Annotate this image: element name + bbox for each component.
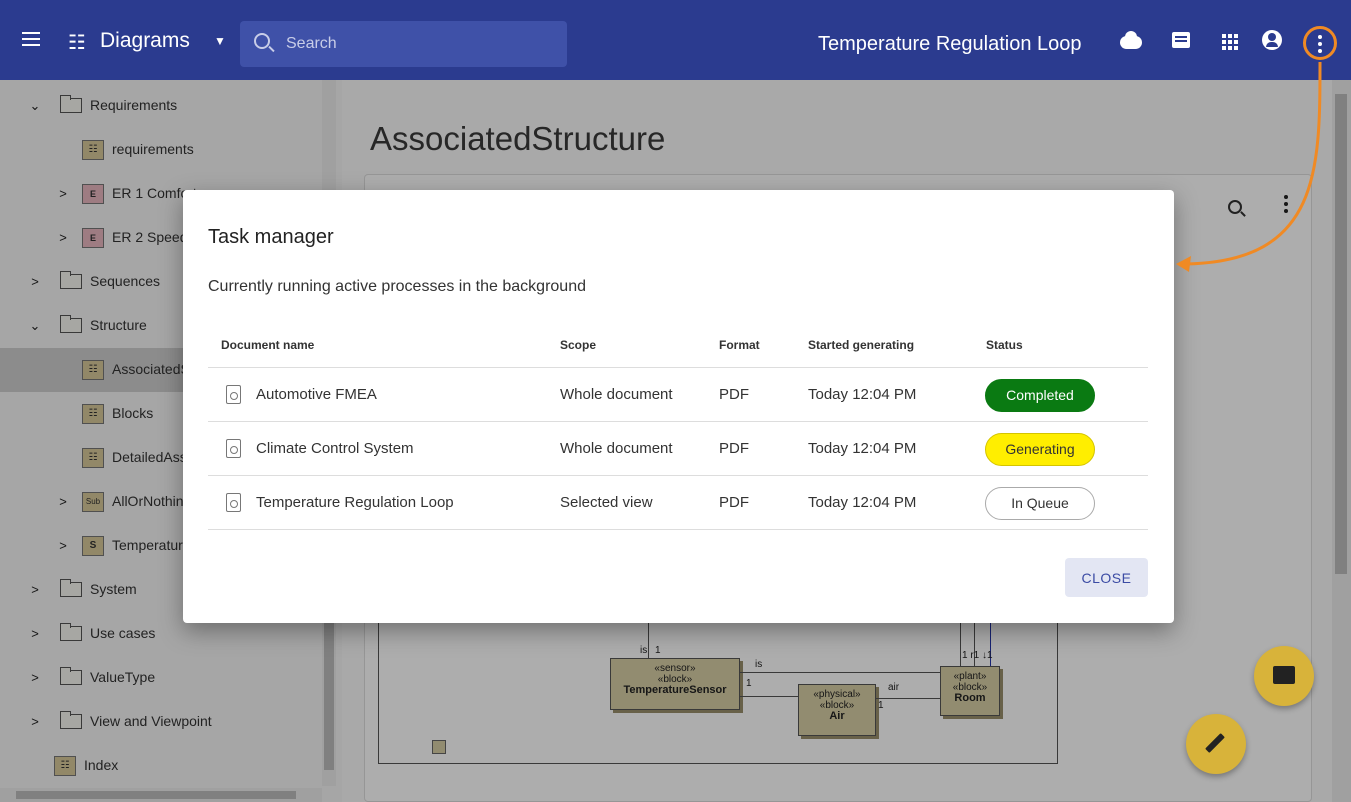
app-title[interactable]: Diagrams bbox=[100, 29, 190, 53]
status-badge: Generating bbox=[985, 433, 1095, 466]
scope: Whole document bbox=[560, 440, 673, 457]
diagram-icon: ☷ bbox=[68, 32, 86, 54]
table-row: Automotive FMEA Whole document PDF Today… bbox=[208, 368, 1148, 422]
document-name: Climate Control System bbox=[256, 440, 414, 457]
table-header: Document name Scope Format Started gener… bbox=[208, 330, 1148, 368]
column-header-status: Status bbox=[986, 338, 1023, 352]
format: PDF bbox=[719, 386, 749, 403]
search-box[interactable] bbox=[240, 21, 567, 67]
top-app-bar: ☷ Diagrams ▼ Temperature Regulation Loop bbox=[0, 0, 1351, 80]
document-icon bbox=[226, 385, 241, 404]
format: PDF bbox=[719, 494, 749, 511]
document-icon bbox=[226, 439, 241, 458]
table-row: Climate Control System Whole document PD… bbox=[208, 422, 1148, 476]
hamburger-menu-icon[interactable] bbox=[22, 32, 40, 46]
scope: Whole document bbox=[560, 386, 673, 403]
comments-icon[interactable] bbox=[1170, 30, 1192, 52]
apps-grid-icon[interactable] bbox=[1222, 34, 1238, 50]
pencil-icon bbox=[1205, 733, 1225, 753]
started-time: Today 12:04 PM bbox=[808, 494, 917, 511]
document-title: Temperature Regulation Loop bbox=[818, 33, 1082, 55]
cloud-upload-icon[interactable] bbox=[1120, 30, 1142, 52]
document-name: Temperature Regulation Loop bbox=[256, 494, 454, 511]
column-header-started: Started generating bbox=[808, 338, 915, 352]
column-header-format: Format bbox=[719, 338, 760, 352]
started-time: Today 12:04 PM bbox=[808, 386, 917, 403]
account-icon[interactable] bbox=[1262, 30, 1284, 52]
edit-fab-button[interactable] bbox=[1186, 714, 1246, 774]
search-input[interactable] bbox=[286, 33, 546, 55]
status-badge: In Queue bbox=[985, 487, 1095, 520]
task-manager-dialog: Task manager Currently running active pr… bbox=[183, 190, 1174, 623]
started-time: Today 12:04 PM bbox=[808, 440, 917, 457]
dialog-title: Task manager bbox=[208, 226, 334, 248]
table-row: Temperature Regulation Loop Selected vie… bbox=[208, 476, 1148, 530]
column-header-scope: Scope bbox=[560, 338, 597, 352]
search-icon bbox=[254, 33, 270, 49]
document-icon bbox=[226, 493, 241, 512]
chevron-down-icon[interactable]: ▼ bbox=[214, 34, 226, 48]
status-badge: Completed bbox=[985, 379, 1095, 412]
document-name: Automotive FMEA bbox=[256, 386, 377, 403]
close-button[interactable]: CLOSE bbox=[1065, 558, 1148, 597]
format: PDF bbox=[719, 440, 749, 457]
scope: Selected view bbox=[560, 494, 653, 511]
column-header-document-name: Document name bbox=[221, 338, 315, 352]
chat-fab-button[interactable] bbox=[1254, 646, 1314, 706]
chat-icon bbox=[1273, 666, 1295, 684]
more-options-icon[interactable] bbox=[1303, 26, 1337, 60]
dialog-subtitle: Currently running active processes in th… bbox=[208, 278, 586, 295]
